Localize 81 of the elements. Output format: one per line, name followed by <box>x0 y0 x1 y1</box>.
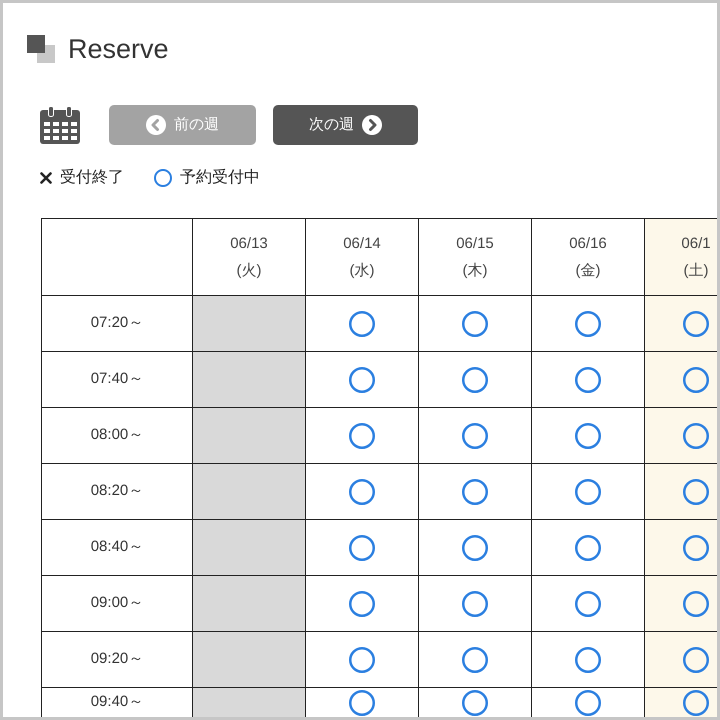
weekday-label: (木) <box>462 261 488 281</box>
circle-icon <box>154 169 172 187</box>
cross-icon <box>40 172 52 184</box>
page-title: Reserve <box>68 34 169 64</box>
circle-icon <box>462 366 488 392</box>
slot-cell[interactable] <box>645 688 717 717</box>
slot-cell[interactable] <box>306 576 419 632</box>
circle-icon <box>683 422 709 448</box>
circle-icon <box>575 478 601 504</box>
circle-icon <box>575 590 601 616</box>
slot-cell[interactable] <box>645 296 717 352</box>
circle-icon <box>349 422 375 448</box>
circle-chevron-left-icon <box>146 115 166 135</box>
slot-cell[interactable] <box>532 632 645 688</box>
weekday-label: (火) <box>236 261 262 281</box>
circle-icon <box>349 646 375 672</box>
calendar-icon[interactable] <box>40 106 80 144</box>
circle-icon <box>462 534 488 560</box>
circle-icon <box>575 690 601 716</box>
circle-icon <box>683 478 709 504</box>
circle-icon <box>462 590 488 616</box>
legend-label: 予約受付中 <box>180 168 260 188</box>
slot-cell[interactable] <box>419 520 532 576</box>
slot-cell[interactable] <box>306 408 419 464</box>
circle-icon <box>683 366 709 392</box>
circle-icon <box>349 366 375 392</box>
slot-cell[interactable] <box>645 464 717 520</box>
date-label: 06/13 <box>230 234 268 254</box>
circle-icon <box>575 534 601 560</box>
legend-label: 受付終了 <box>60 168 124 188</box>
stacked-squares-icon <box>27 35 55 63</box>
slot-cell[interactable] <box>645 632 717 688</box>
date-label: 06/1 <box>681 234 711 254</box>
circle-icon <box>349 310 375 336</box>
circle-icon <box>349 478 375 504</box>
weekday-label: (土) <box>684 261 708 281</box>
slot-cell[interactable] <box>532 520 645 576</box>
weekday-label: (水) <box>350 261 374 281</box>
circle-icon <box>349 534 375 560</box>
circle-icon <box>462 690 488 716</box>
slot-cell[interactable] <box>419 464 532 520</box>
circle-icon <box>462 310 488 336</box>
slot-cell[interactable] <box>306 632 419 688</box>
date-label: 06/14 <box>343 234 381 254</box>
slot-cell[interactable] <box>419 352 532 408</box>
circle-icon <box>462 422 488 448</box>
slot-cell[interactable] <box>645 408 717 464</box>
slot-cell[interactable] <box>532 464 645 520</box>
slot-cell[interactable] <box>306 520 419 576</box>
slot-cell[interactable] <box>419 632 532 688</box>
circle-icon <box>575 422 601 448</box>
date-label: 06/15 <box>456 234 494 254</box>
circle-icon <box>349 590 375 616</box>
date-label: 06/16 <box>569 234 607 254</box>
slot-cell[interactable] <box>645 352 717 408</box>
circle-icon <box>683 534 709 560</box>
slot-cell[interactable] <box>532 576 645 632</box>
slot-cell[interactable] <box>532 352 645 408</box>
circle-chevron-right-icon <box>362 115 382 135</box>
circle-icon <box>683 590 709 616</box>
slot-cell[interactable] <box>306 296 419 352</box>
circle-icon <box>683 646 709 672</box>
slot-cell[interactable] <box>645 520 717 576</box>
slot-cell[interactable] <box>306 352 419 408</box>
circle-icon <box>683 690 709 716</box>
slot-cell[interactable] <box>419 296 532 352</box>
circle-icon <box>575 310 601 336</box>
slot-cell[interactable] <box>645 576 717 632</box>
circle-icon <box>462 478 488 504</box>
slot-cell[interactable] <box>306 464 419 520</box>
circle-icon <box>575 366 601 392</box>
circle-icon <box>575 646 601 672</box>
slot-cell[interactable] <box>419 408 532 464</box>
slot-cell[interactable] <box>532 296 645 352</box>
circle-icon <box>349 690 375 716</box>
circle-icon <box>683 310 709 336</box>
weekday-label: (金) <box>576 261 600 281</box>
slot-cell[interactable] <box>532 408 645 464</box>
circle-icon <box>462 646 488 672</box>
next-week-button[interactable]: 次の週 <box>273 105 418 145</box>
slot-cell[interactable] <box>419 576 532 632</box>
